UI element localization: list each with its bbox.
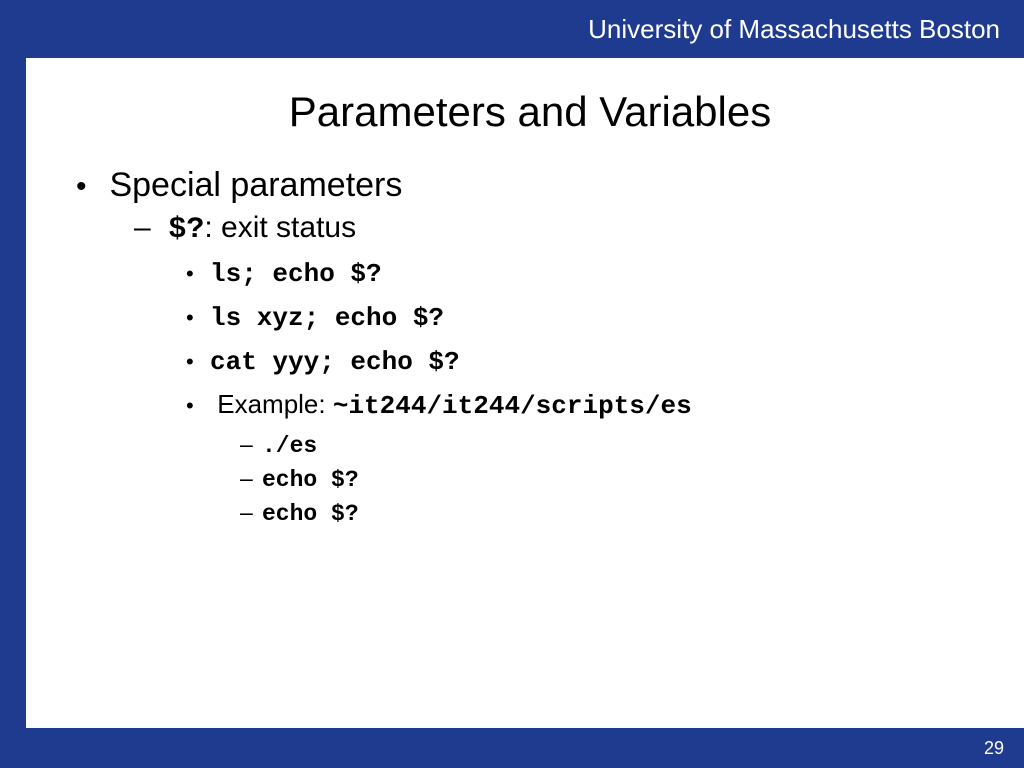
slide-content: Parameters and Variables Special paramet… xyxy=(26,58,1024,728)
bullet-list-l3: ls; echo $? ls xyz; echo $? cat yyy; ech… xyxy=(160,257,984,527)
example-path: ~it244/it244/scripts/es xyxy=(333,391,692,421)
l1-item: Special parameters $?: exit status ls; e… xyxy=(100,166,984,527)
l2-desc: : exit status xyxy=(204,211,356,244)
code-text: cat yyy; echo $? xyxy=(210,347,460,377)
l3-example: Example: ~it244/it244/scripts/es ./es ec… xyxy=(210,389,984,527)
code-text: ls; echo $? xyxy=(210,259,382,289)
slide-footer: 29 xyxy=(984,728,1024,768)
code-text: echo $? xyxy=(262,467,359,493)
l3-cmd: ls; echo $? xyxy=(210,257,984,289)
l1-text: Special parameters xyxy=(109,166,402,204)
l4-cmd: echo $? xyxy=(262,499,984,527)
slide-title: Parameters and Variables xyxy=(76,88,984,136)
bullet-list-l2: $?: exit status ls; echo $? ls xyz; echo… xyxy=(100,211,984,527)
bullet-list-l1: Special parameters $?: exit status ls; e… xyxy=(76,166,984,527)
l2-item: $?: exit status ls; echo $? ls xyz; echo… xyxy=(160,211,984,527)
l4-cmd: ./es xyxy=(262,431,984,459)
l2-symbol: $? xyxy=(168,213,204,247)
institution-name: University of Massachusetts Boston xyxy=(588,14,1000,45)
code-text: ls xyz; echo $? xyxy=(210,303,444,333)
l3-cmd: ls xyz; echo $? xyxy=(210,301,984,333)
l4-cmd: echo $? xyxy=(262,465,984,493)
page-number: 29 xyxy=(984,738,1004,759)
slide-header: University of Massachusetts Boston xyxy=(0,0,1024,58)
code-text: echo $? xyxy=(262,501,359,527)
l3-cmd: cat yyy; echo $? xyxy=(210,345,984,377)
bullet-list-l4: ./es echo $? echo $? xyxy=(210,431,984,527)
code-text: ./es xyxy=(262,433,317,459)
example-label: Example: xyxy=(217,389,333,419)
